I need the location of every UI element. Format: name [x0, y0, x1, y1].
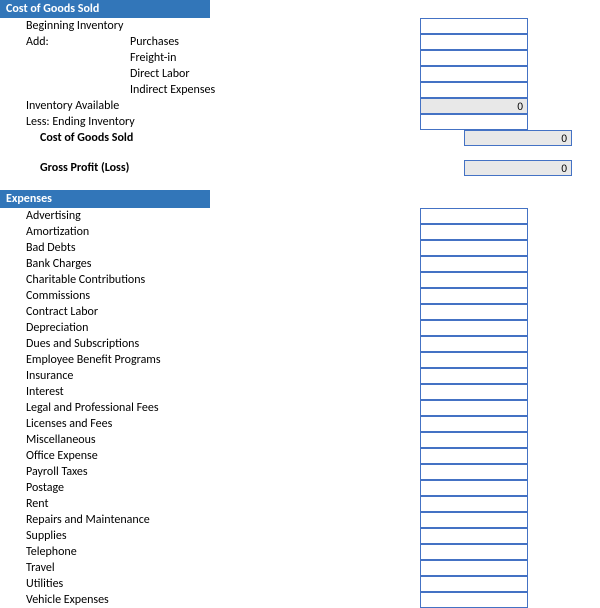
- expense-row: Insurance: [0, 368, 600, 384]
- expense-item-label: Supplies: [0, 529, 330, 543]
- expense-row: Supplies: [0, 528, 600, 544]
- expense-item-label: Interest: [0, 385, 330, 399]
- expense-item-input[interactable]: [420, 560, 528, 576]
- expense-item-input[interactable]: [420, 320, 528, 336]
- beginning-inventory-input[interactable]: [420, 18, 528, 34]
- expense-row: Telephone: [0, 544, 600, 560]
- expense-row: Licenses and Fees: [0, 416, 600, 432]
- expenses-header: Expenses: [0, 190, 210, 208]
- expense-item-label: Repairs and Maintenance: [0, 513, 330, 527]
- expense-item-input[interactable]: [420, 416, 528, 432]
- expense-item-label: Postage: [0, 481, 330, 495]
- expense-item-input[interactable]: [420, 240, 528, 256]
- expense-item-label: Vehicle Expenses: [0, 593, 330, 607]
- expense-item-label: Travel: [0, 561, 330, 575]
- expense-item-label: Advertising: [0, 209, 330, 223]
- add-label: Add:: [20, 35, 130, 49]
- expense-item-input[interactable]: [420, 304, 528, 320]
- expenses-section: Expenses Advertising Amortization Bad Debt…: [0, 190, 600, 608]
- expense-row: Contract Labor: [0, 304, 600, 320]
- expense-item-label: Dues and Subscriptions: [0, 337, 330, 351]
- beginning-inventory-label: Beginning Inventory: [20, 19, 130, 33]
- purchases-label: Purchases: [130, 35, 330, 49]
- expense-item-input[interactable]: [420, 464, 528, 480]
- expense-row: Repairs and Maintenance: [0, 512, 600, 528]
- expense-item-label: Legal and Professional Fees: [0, 401, 330, 415]
- expense-item-label: Bank Charges: [0, 257, 330, 271]
- gross-profit-label: Gross Profit (Loss): [0, 161, 330, 175]
- expense-row: Utilities: [0, 576, 600, 592]
- expense-row: Charitable Contributions: [0, 272, 600, 288]
- indirect-expenses-input[interactable]: [420, 82, 528, 98]
- expense-row: Depreciation: [0, 320, 600, 336]
- indirect-expenses-label: Indirect Expenses: [130, 83, 330, 97]
- gross-profit-value: 0: [464, 160, 572, 176]
- expense-item-input[interactable]: [420, 480, 528, 496]
- expense-item-label: Miscellaneous: [0, 433, 330, 447]
- freight-in-label: Freight-in: [130, 51, 330, 65]
- expense-row: Bank Charges: [0, 256, 600, 272]
- expense-item-input[interactable]: [420, 576, 528, 592]
- expense-item-label: Licenses and Fees: [0, 417, 330, 431]
- expense-row: Rent: [0, 496, 600, 512]
- expense-row: Commissions: [0, 288, 600, 304]
- expense-item-label: Bad Debts: [0, 241, 330, 255]
- expense-row: Amortization: [0, 224, 600, 240]
- cogs-header: Cost of Goods Sold: [0, 0, 210, 18]
- cogs-section: Cost of Goods Sold Beginning Inventory A…: [0, 0, 600, 176]
- expense-item-input[interactable]: [420, 224, 528, 240]
- expense-row: Travel: [0, 560, 600, 576]
- expense-item-input[interactable]: [420, 512, 528, 528]
- expense-row: Legal and Professional Fees: [0, 400, 600, 416]
- expense-item-input[interactable]: [420, 256, 528, 272]
- ending-inventory-input[interactable]: [420, 114, 528, 130]
- expense-item-input[interactable]: [420, 432, 528, 448]
- cost-of-goods-sold-label: Cost of Goods Sold: [0, 131, 330, 145]
- expense-item-label: Contract Labor: [0, 305, 330, 319]
- expense-row: Office Expense: [0, 448, 600, 464]
- cost-of-goods-sold-value: 0: [464, 130, 572, 146]
- freight-in-input[interactable]: [420, 50, 528, 66]
- expense-item-label: Office Expense: [0, 449, 330, 463]
- expense-item-label: Charitable Contributions: [0, 273, 330, 287]
- expense-item-label: Depreciation: [0, 321, 330, 335]
- inventory-available-value: 0: [420, 98, 528, 114]
- less-ending-inventory-label: Less: Ending Inventory: [20, 115, 330, 129]
- expense-item-input[interactable]: [420, 400, 528, 416]
- expense-item-input[interactable]: [420, 288, 528, 304]
- expense-item-input[interactable]: [420, 336, 528, 352]
- expense-row: Postage: [0, 480, 600, 496]
- expense-item-input[interactable]: [420, 368, 528, 384]
- expense-row: Vehicle Expenses: [0, 592, 600, 608]
- expense-row: Employee Benefit Programs: [0, 352, 600, 368]
- expense-item-label: Insurance: [0, 369, 330, 383]
- expense-item-input[interactable]: [420, 528, 528, 544]
- expense-item-input[interactable]: [420, 384, 528, 400]
- expense-row: Advertising: [0, 208, 600, 224]
- expense-row: Payroll Taxes: [0, 464, 600, 480]
- direct-labor-input[interactable]: [420, 66, 528, 82]
- expense-item-label: Commissions: [0, 289, 330, 303]
- expense-item-label: Rent: [0, 497, 330, 511]
- expense-item-label: Amortization: [0, 225, 330, 239]
- expense-item-input[interactable]: [420, 544, 528, 560]
- expense-row: Interest: [0, 384, 600, 400]
- expense-item-input[interactable]: [420, 272, 528, 288]
- expense-row: Miscellaneous: [0, 432, 600, 448]
- expense-row: Bad Debts: [0, 240, 600, 256]
- expense-row: Dues and Subscriptions: [0, 336, 600, 352]
- expense-item-input[interactable]: [420, 208, 528, 224]
- expense-item-label: Utilities: [0, 577, 330, 591]
- expense-item-input[interactable]: [420, 592, 528, 608]
- expense-item-input[interactable]: [420, 448, 528, 464]
- expense-item-input[interactable]: [420, 496, 528, 512]
- expense-item-label: Payroll Taxes: [0, 465, 330, 479]
- expense-item-label: Telephone: [0, 545, 330, 559]
- expense-item-input[interactable]: [420, 352, 528, 368]
- purchases-input[interactable]: [420, 34, 528, 50]
- direct-labor-label: Direct Labor: [130, 67, 330, 81]
- expense-item-label: Employee Benefit Programs: [0, 353, 330, 367]
- inventory-available-label: Inventory Available: [20, 99, 330, 113]
